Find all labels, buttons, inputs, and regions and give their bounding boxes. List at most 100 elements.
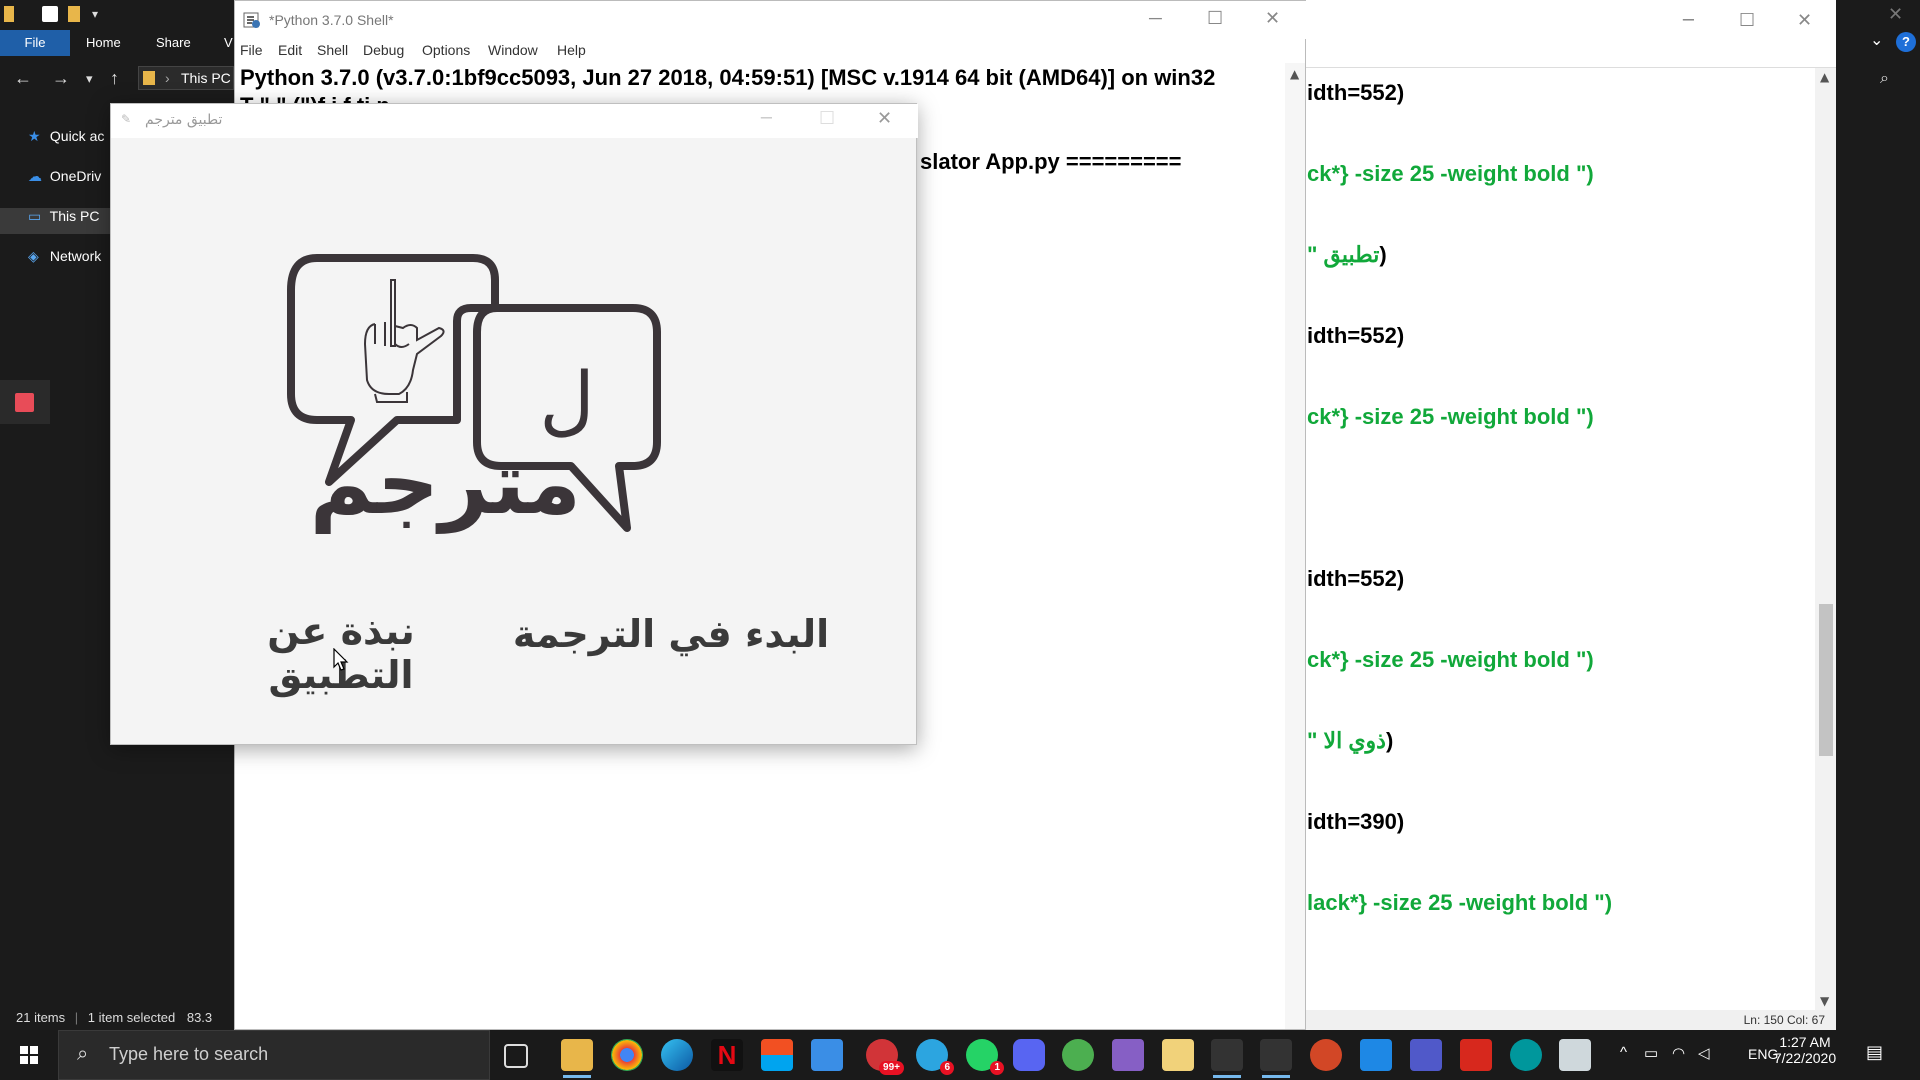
menu-window[interactable]: Window	[488, 42, 538, 58]
app-titlebar: ✎ تطبيق مترجم ─ ☐ ✕	[111, 104, 918, 138]
code-line: idth=552)	[1307, 566, 1405, 591]
minimize-icon[interactable]: ─	[1149, 8, 1162, 29]
properties-icon[interactable]	[42, 6, 58, 22]
recording-indicator[interactable]	[0, 380, 50, 424]
nav-item-network[interactable]: ◈ Network	[28, 248, 101, 274]
close-icon[interactable]: ✕	[1888, 4, 1903, 25]
folder-icon[interactable]	[4, 6, 14, 22]
visual-studio-icon[interactable]	[1112, 1039, 1144, 1071]
ribbon-tab-file[interactable]: File	[0, 30, 70, 56]
windows-start-icon[interactable]	[0, 1030, 58, 1080]
menu-debug[interactable]: Debug	[363, 42, 404, 58]
menu-help[interactable]: Help	[557, 42, 586, 58]
scroll-down-icon[interactable]: ▼	[1820, 994, 1829, 1008]
chevron-up-icon[interactable]: ^	[1620, 1044, 1627, 1061]
task-view-icon[interactable]	[504, 1044, 528, 1068]
python-idle-icon[interactable]	[1211, 1039, 1243, 1078]
menu-options[interactable]: Options	[422, 42, 470, 58]
recent-locations-chevron-icon[interactable]: ▾	[86, 71, 93, 87]
help-icon[interactable]: ?	[1896, 32, 1916, 52]
taskbar-search-box[interactable]: ⌕ Type here to search	[58, 1030, 490, 1080]
battery-icon[interactable]: ▭	[1644, 1044, 1658, 1062]
shell-line: slator App.py =========	[920, 149, 1182, 174]
minimize-icon[interactable]: ─	[761, 108, 772, 129]
maximize-icon[interactable]: ☐	[1739, 10, 1755, 31]
scroll-up-icon[interactable]: ▲	[1290, 67, 1299, 81]
python-idle-icon-2[interactable]	[1260, 1039, 1292, 1078]
nav-item-onedrive[interactable]: ☁ OneDriv	[28, 168, 101, 194]
code-line: lack*} -size 25 -weight bold ")	[1307, 890, 1613, 915]
wifi-icon[interactable]: ◠	[1672, 1044, 1685, 1062]
scroll-up-icon[interactable]: ▲	[1820, 70, 1829, 84]
mouse-cursor-icon	[333, 648, 349, 671]
ribbon-tab-home[interactable]: Home	[74, 30, 133, 56]
explorer-address-bar: ← → ▾ ↑ › This PC	[0, 62, 234, 96]
star-icon: ★	[28, 128, 41, 144]
up-arrow-icon[interactable]: ↑	[110, 68, 119, 89]
mail-icon[interactable]	[811, 1039, 843, 1071]
whatsapp-icon[interactable]: 1	[966, 1039, 1004, 1075]
notification-badge: 1	[990, 1061, 1004, 1075]
notification-center-icon[interactable]: ▤	[1866, 1042, 1892, 1068]
shell-line: Python 3.7.0 (v3.7.0:1bf9cc5093, Jun 27 …	[240, 65, 1216, 90]
code-line: idth=552)	[1307, 323, 1405, 348]
calendar-app-icon[interactable]: 99+	[866, 1039, 904, 1075]
editor-code-area[interactable]: idth=552) ck*} -size 25 -weight bold ") …	[1307, 70, 1807, 1010]
code-string: ذوي الا "	[1307, 728, 1386, 753]
close-icon[interactable]: ✕	[877, 108, 892, 129]
code-line: idth=552)	[1307, 80, 1405, 105]
python-file-icon[interactable]	[1162, 1039, 1194, 1071]
close-icon[interactable]: ✕	[1797, 10, 1812, 31]
taskbar-clock[interactable]: 1:27 AM 7/22/2020	[1760, 1034, 1850, 1066]
new-folder-icon[interactable]	[68, 6, 80, 22]
address-crumb[interactable]: › This PC	[138, 66, 234, 90]
clock-time: 1:27 AM	[1779, 1034, 1831, 1050]
acrobat-icon[interactable]	[1460, 1039, 1492, 1071]
code-line: ذوي الا ")	[1307, 728, 1393, 754]
chrome-icon[interactable]	[611, 1039, 643, 1071]
code-string: تطبيق "	[1307, 242, 1380, 267]
minimize-icon[interactable]: ─	[1683, 10, 1694, 31]
customize-toolbar-icon[interactable]: ▾	[92, 6, 108, 22]
shell-title: *Python 3.7.0 Shell*	[269, 12, 394, 28]
volume-icon[interactable]: ◁	[1698, 1044, 1710, 1062]
photos-icon[interactable]	[1360, 1039, 1392, 1071]
scrollbar-thumb[interactable]	[1819, 604, 1833, 756]
arduino-icon[interactable]	[1510, 1039, 1542, 1071]
notification-badge: 99+	[879, 1061, 904, 1075]
shell-vertical-scrollbar[interactable]: ▲	[1285, 63, 1305, 1029]
search-placeholder: Type here to search	[109, 1044, 269, 1064]
forward-arrow-icon[interactable]: →	[52, 68, 70, 89]
ribbon-collapse-chevron-icon[interactable]: ⌄	[1870, 30, 1883, 49]
menu-shell[interactable]: Shell	[317, 42, 348, 58]
discord-icon[interactable]	[1013, 1039, 1045, 1071]
menu-edit[interactable]: Edit	[278, 42, 302, 58]
editor-status-bar: Ln: 150 Col: 67	[1291, 1010, 1837, 1030]
maximize-icon[interactable]: ☐	[819, 108, 835, 129]
maximize-icon[interactable]: ☐	[1207, 8, 1223, 29]
teams-icon[interactable]	[1410, 1039, 1442, 1071]
start-translation-button[interactable]: البدء في الترجمة	[511, 609, 831, 659]
editor-vertical-scrollbar[interactable]: ▲ ▼	[1815, 68, 1837, 1010]
back-arrow-icon[interactable]: ←	[14, 68, 32, 89]
remote-desktop-icon[interactable]	[1559, 1039, 1591, 1071]
ribbon-tab-share[interactable]: Share	[144, 30, 203, 56]
search-icon[interactable]: ⌕	[1880, 68, 1889, 88]
address-crumb-label: This PC	[181, 70, 231, 86]
cloud-icon: ☁	[28, 168, 42, 184]
menu-file[interactable]: File	[240, 42, 263, 58]
edge-icon[interactable]	[661, 1039, 693, 1071]
nav-item-label: This PC	[49, 208, 100, 224]
close-icon[interactable]: ✕	[1265, 8, 1280, 29]
selection-count: 1 item selected	[87, 1010, 176, 1025]
file-explorer-icon[interactable]	[561, 1039, 593, 1078]
powerpoint-icon[interactable]	[1310, 1039, 1342, 1071]
paint-icon[interactable]	[1062, 1039, 1094, 1071]
nav-item-label: Quick ac	[49, 128, 105, 144]
telegram-icon[interactable]: 6	[916, 1039, 954, 1075]
netflix-icon[interactable]: N	[711, 1039, 743, 1071]
nav-item-quick-access[interactable]: ★ Quick ac	[28, 128, 104, 154]
clock-date: 7/22/2020	[1773, 1050, 1837, 1066]
store-icon[interactable]	[761, 1039, 793, 1071]
code-line: تطبيق ")	[1307, 242, 1387, 268]
